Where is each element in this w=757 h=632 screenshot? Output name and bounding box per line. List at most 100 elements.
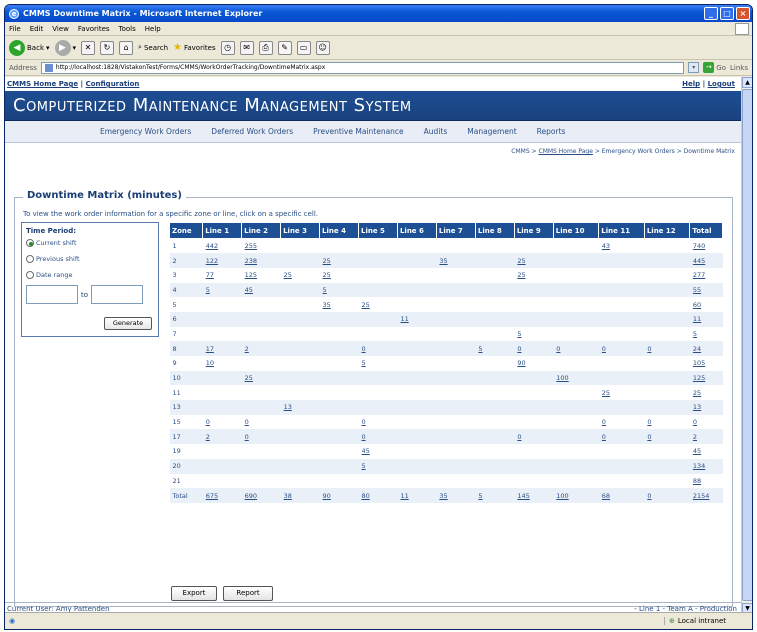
- breadcrumb-home-link[interactable]: CMMS Home Page: [539, 148, 593, 155]
- links-label[interactable]: Links: [730, 64, 752, 72]
- matrix-cell-link[interactable]: 90: [514, 356, 554, 371]
- matrix-cell-link[interactable]: 0: [644, 341, 690, 356]
- matrix-cell-link[interactable]: 0: [553, 341, 599, 356]
- matrix-cell-link[interactable]: 238: [241, 253, 281, 268]
- matrix-cell-link[interactable]: 55: [689, 282, 723, 298]
- matrix-cell-link[interactable]: 2: [689, 429, 723, 445]
- scroll-thumb[interactable]: [742, 89, 752, 601]
- matrix-cell-link[interactable]: 125: [689, 370, 723, 386]
- nav-preventive-maintenance[interactable]: Preventive Maintenance: [313, 127, 404, 136]
- back-button[interactable]: ◀ Back ▾: [9, 39, 50, 56]
- matrix-cell-link[interactable]: 442: [202, 238, 242, 254]
- matrix-cell-link[interactable]: 60: [689, 297, 723, 312]
- matrix-cell-link[interactable]: 122: [202, 253, 242, 268]
- report-button[interactable]: Report: [223, 586, 273, 601]
- matrix-cell-link[interactable]: 45: [689, 444, 723, 459]
- matrix-cell-link[interactable]: 11: [689, 311, 723, 327]
- matrix-cell-link[interactable]: 2154: [689, 488, 723, 503]
- matrix-cell-link[interactable]: 5: [319, 282, 359, 298]
- matrix-cell-link[interactable]: 24: [689, 341, 723, 356]
- print-icon[interactable]: ⎙: [258, 40, 273, 55]
- matrix-cell-link[interactable]: 740: [689, 238, 723, 254]
- matrix-cell-link[interactable]: 100: [553, 370, 599, 386]
- matrix-cell-link[interactable]: 90: [319, 488, 359, 503]
- maximize-button[interactable]: □: [720, 7, 734, 20]
- matrix-cell-link[interactable]: 0: [241, 429, 281, 445]
- stop-icon[interactable]: ✕: [81, 40, 96, 55]
- matrix-cell-link[interactable]: 0: [514, 429, 554, 445]
- matrix-cell-link[interactable]: 0: [644, 488, 690, 503]
- matrix-cell-link[interactable]: 100: [553, 488, 599, 503]
- menu-help[interactable]: Help: [145, 25, 161, 33]
- matrix-cell-link[interactable]: 145: [514, 488, 554, 503]
- messenger-icon[interactable]: ☺: [315, 40, 330, 55]
- menu-favorites[interactable]: Favorites: [78, 25, 110, 33]
- favorites-button[interactable]: ★ Favorites: [173, 42, 216, 53]
- matrix-cell-link[interactable]: 68: [598, 488, 645, 503]
- matrix-cell-link[interactable]: 690: [241, 488, 281, 503]
- mail-icon[interactable]: ✉: [239, 40, 254, 55]
- cmms-home-link[interactable]: CMMS Home Page: [7, 80, 78, 88]
- matrix-cell-link[interactable]: 0: [689, 414, 723, 430]
- nav-reports[interactable]: Reports: [537, 127, 566, 136]
- matrix-cell-link[interactable]: 0: [598, 414, 645, 430]
- matrix-cell-link[interactable]: 25: [358, 297, 398, 312]
- matrix-cell-link[interactable]: 25: [241, 370, 281, 386]
- vertical-scrollbar[interactable]: ▲ ▼: [741, 77, 752, 614]
- address-dropdown-icon[interactable]: ▾: [688, 62, 700, 73]
- search-button[interactable]: ⌕ Search: [138, 43, 168, 52]
- export-button[interactable]: Export: [171, 586, 217, 601]
- radio-current-shift[interactable]: Current shift: [26, 239, 154, 247]
- close-button[interactable]: ×: [736, 7, 750, 20]
- matrix-cell-link[interactable]: 0: [358, 341, 398, 356]
- matrix-cell-link[interactable]: 11: [397, 311, 437, 327]
- matrix-cell-link[interactable]: 0: [514, 341, 554, 356]
- forward-button[interactable]: ▶ ▾: [54, 39, 76, 56]
- menu-edit[interactable]: Edit: [30, 25, 44, 33]
- matrix-cell-link[interactable]: 25: [319, 267, 359, 283]
- matrix-cell-link[interactable]: 2: [202, 429, 242, 445]
- nav-management[interactable]: Management: [467, 127, 516, 136]
- minimize-button[interactable]: _: [704, 7, 718, 20]
- radio-date-range[interactable]: Date range: [26, 271, 154, 279]
- start-date-input[interactable]: [26, 285, 78, 304]
- generate-button[interactable]: Generate: [104, 317, 152, 330]
- nav-audits[interactable]: Audits: [424, 127, 448, 136]
- folder-icon[interactable]: ▭: [296, 40, 311, 55]
- address-input[interactable]: http://localhost:1828/VistakonTest/Forms…: [40, 61, 685, 74]
- matrix-cell-link[interactable]: 5: [475, 341, 515, 356]
- menu-tools[interactable]: Tools: [119, 25, 136, 33]
- help-link[interactable]: Help: [682, 80, 700, 88]
- matrix-cell-link[interactable]: 0: [598, 429, 645, 445]
- matrix-cell-link[interactable]: 5: [475, 488, 515, 503]
- matrix-cell-link[interactable]: 13: [689, 400, 723, 415]
- matrix-cell-link[interactable]: 5: [689, 326, 723, 342]
- matrix-cell-link[interactable]: 0: [358, 414, 398, 430]
- matrix-cell-link[interactable]: 45: [358, 444, 398, 459]
- matrix-cell-link[interactable]: 0: [644, 414, 690, 430]
- matrix-cell-link[interactable]: 25: [514, 253, 554, 268]
- matrix-cell-link[interactable]: 2: [241, 341, 281, 356]
- matrix-cell-link[interactable]: 255: [241, 238, 281, 254]
- matrix-cell-link[interactable]: 5: [358, 458, 398, 474]
- matrix-cell-link[interactable]: 105: [689, 356, 723, 371]
- matrix-cell-link[interactable]: 0: [358, 429, 398, 445]
- menu-file[interactable]: File: [9, 25, 21, 33]
- matrix-cell-link[interactable]: 38: [280, 488, 320, 503]
- matrix-cell-link[interactable]: 35: [319, 297, 359, 312]
- refresh-icon[interactable]: ↻: [100, 40, 115, 55]
- matrix-cell-link[interactable]: 13: [280, 400, 320, 415]
- matrix-cell-link[interactable]: 45: [241, 282, 281, 298]
- matrix-cell-link[interactable]: 25: [280, 267, 320, 283]
- matrix-cell-link[interactable]: 0: [644, 429, 690, 445]
- matrix-cell-link[interactable]: 5: [514, 326, 554, 342]
- radio-previous-shift[interactable]: Previous shift: [26, 255, 154, 263]
- home-icon[interactable]: ⌂: [119, 40, 134, 55]
- nav-deferred-work-orders[interactable]: Deferred Work Orders: [211, 127, 293, 136]
- matrix-cell-link[interactable]: 5: [358, 356, 398, 371]
- matrix-cell-link[interactable]: 0: [241, 414, 281, 430]
- nav-emergency-work-orders[interactable]: Emergency Work Orders: [100, 127, 191, 136]
- matrix-cell-link[interactable]: 675: [202, 488, 242, 503]
- matrix-cell-link[interactable]: 10: [202, 356, 242, 371]
- matrix-cell-link[interactable]: 17: [202, 341, 242, 356]
